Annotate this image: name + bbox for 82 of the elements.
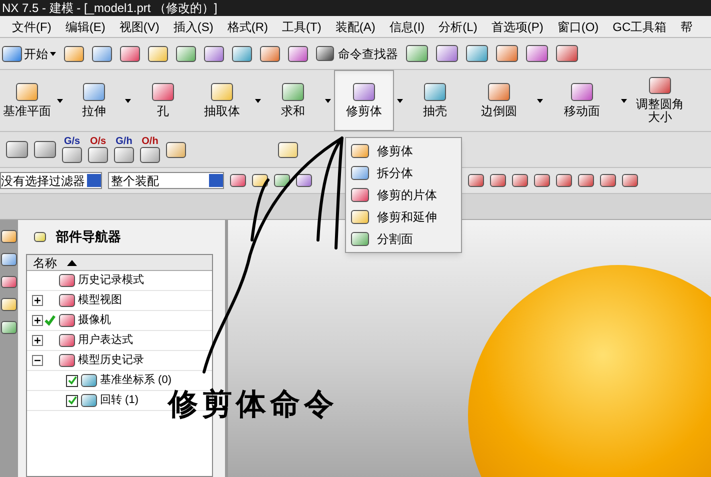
menu-item[interactable]: 分析(L) xyxy=(438,18,478,36)
menu-item[interactable]: 工具(T) xyxy=(282,18,322,36)
tree-item-icon xyxy=(59,274,75,287)
surface-type-label: G/s xyxy=(64,136,80,146)
panel-title: 部件导航器 xyxy=(56,228,121,246)
feature-button[interactable]: 抽取体 xyxy=(192,70,252,131)
surface-type-label: O/s xyxy=(90,136,106,146)
tree-item-icon xyxy=(81,394,97,407)
feature-icon xyxy=(282,83,304,101)
feature-icon xyxy=(424,83,446,101)
expand-toggle-icon[interactable] xyxy=(32,335,42,346)
menu-option[interactable]: 修剪的片体 xyxy=(346,184,461,206)
caret-icon[interactable] xyxy=(255,98,261,102)
feature-button[interactable]: 基准平面 xyxy=(0,70,54,131)
menu-option[interactable]: 拆分体 xyxy=(346,162,461,184)
feature-button[interactable]: 拉伸 xyxy=(66,70,122,131)
menu-item[interactable]: 窗口(O) xyxy=(557,18,599,36)
feature-button[interactable]: 孔 xyxy=(134,70,192,131)
feature-button[interactable]: 抽壳 xyxy=(406,70,464,131)
menu-item[interactable]: GC工具箱 xyxy=(612,18,667,36)
tree-item-label[interactable]: 回转 (1) xyxy=(100,392,138,409)
tree-item-label[interactable]: 模型历史记录 xyxy=(78,352,144,369)
surface-type-label: G/h xyxy=(116,136,132,146)
menu-item[interactable]: 编辑(E) xyxy=(65,18,106,36)
menu-item[interactable]: 信息(I) xyxy=(389,18,425,36)
tree-item-icon xyxy=(59,314,75,327)
caret-icon[interactable] xyxy=(537,98,543,102)
tool-icon xyxy=(351,166,369,180)
tree-item-label[interactable]: 基准坐标系 (0) xyxy=(100,372,172,389)
menu-item[interactable]: 文件(F) xyxy=(12,18,52,36)
feature-icon xyxy=(571,83,593,101)
feature-button[interactable]: 边倒圆 xyxy=(464,70,534,131)
caret-icon[interactable] xyxy=(621,98,627,102)
tool-icon xyxy=(351,144,369,158)
tree-item-label[interactable]: 用户表达式 xyxy=(78,332,133,349)
tree-item-label[interactable]: 历史记录模式 xyxy=(78,272,144,289)
feature-button[interactable]: 调整圆角大小 xyxy=(630,70,690,131)
caret-icon[interactable] xyxy=(50,52,56,56)
menu-item[interactable]: 帮 xyxy=(680,18,693,36)
expand-toggle-icon[interactable] xyxy=(32,315,42,326)
expand-toggle-icon[interactable] xyxy=(32,295,42,306)
feature-icon xyxy=(488,83,510,101)
scope-dropdown[interactable]: 整个装配 xyxy=(108,172,224,189)
tool-icon xyxy=(351,232,369,246)
caret-icon[interactable] xyxy=(57,98,63,102)
feature-icon xyxy=(152,83,174,101)
feature-button[interactable]: 求和 xyxy=(264,70,322,131)
caret-icon[interactable] xyxy=(397,98,403,102)
tool-icon xyxy=(351,188,369,202)
feature-icon xyxy=(649,76,671,94)
column-header[interactable]: 名称 xyxy=(27,255,212,271)
surface-type-label: O/h xyxy=(142,136,158,146)
menu-item[interactable]: 首选项(P) xyxy=(491,18,544,36)
feature-button[interactable]: 修剪体 xyxy=(334,70,394,131)
menu-item[interactable]: 插入(S) xyxy=(173,18,214,36)
tree-item-label[interactable]: 模型视图 xyxy=(78,292,122,309)
menu-option[interactable]: 修剪和延伸 xyxy=(346,206,461,228)
checkbox[interactable] xyxy=(66,394,78,406)
feature-icon xyxy=(211,83,233,101)
window-title: NX 7.5 - 建模 - [_model1.prt （修改的）] xyxy=(2,1,218,15)
filter-dropdown[interactable]: 没有选择过滤器 xyxy=(0,172,102,189)
feature-icon xyxy=(353,83,375,101)
menu-item[interactable]: 视图(V) xyxy=(119,18,160,36)
tree-item-icon xyxy=(59,294,75,307)
menu-option[interactable]: 分割面 xyxy=(346,228,461,250)
command-finder-button[interactable]: 命令查找器 xyxy=(316,44,398,62)
start-button[interactable]: 开始 xyxy=(2,44,56,62)
feature-button[interactable]: 移动面 xyxy=(546,70,618,131)
tree-item-label[interactable]: 摄像机 xyxy=(78,312,111,329)
caret-icon[interactable] xyxy=(125,98,131,102)
tool-icon xyxy=(351,210,369,224)
annotation-text: 修剪体命令 xyxy=(168,390,338,420)
tree-item-icon xyxy=(59,334,75,347)
collapse-toggle-icon[interactable] xyxy=(32,355,42,366)
tree-item-icon xyxy=(81,374,97,387)
menu-item[interactable]: 装配(A) xyxy=(335,18,376,36)
checkbox[interactable] xyxy=(66,374,78,386)
feature-icon xyxy=(83,83,105,101)
tree-item-icon xyxy=(59,354,75,367)
menu-item[interactable]: 格式(R) xyxy=(227,18,268,36)
feature-icon xyxy=(16,83,38,101)
menu-option[interactable]: 修剪体 xyxy=(346,140,461,162)
